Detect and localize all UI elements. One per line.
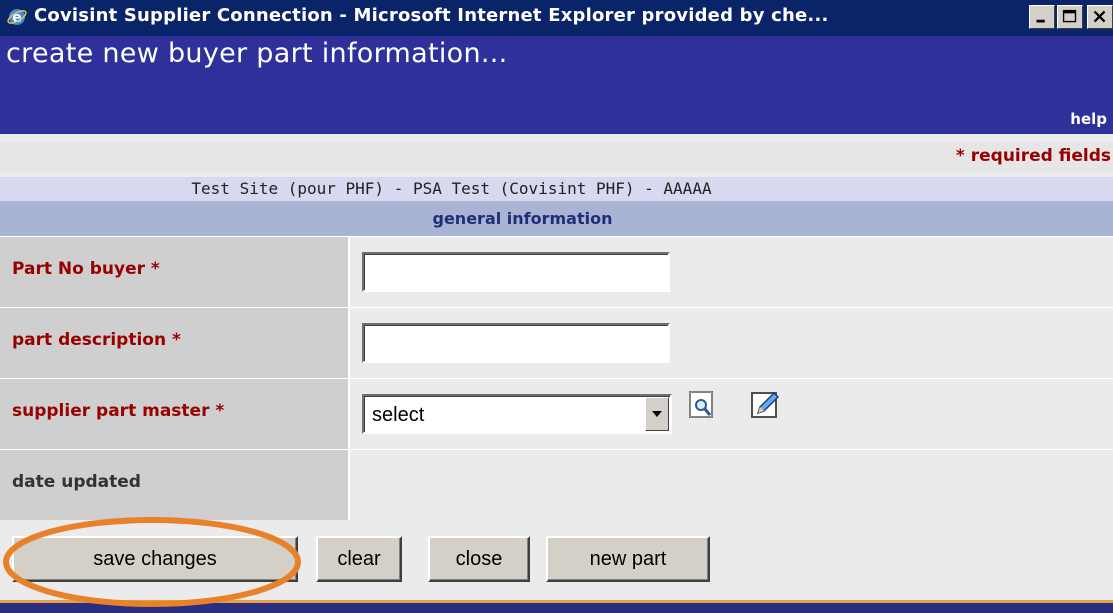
dropdown-button[interactable]: [645, 397, 669, 431]
date-updated-label: date updated: [12, 472, 141, 492]
clear-button[interactable]: clear: [316, 536, 402, 582]
form-row-part-description: part description *: [0, 307, 1113, 378]
chevron-down-icon: [652, 411, 662, 417]
supplier-part-master-label: supplier part master *: [12, 401, 225, 421]
select-value: select: [372, 404, 425, 426]
value-cell: [352, 237, 1113, 307]
save-changes-button[interactable]: save changes: [12, 536, 298, 582]
help-link[interactable]: help: [1070, 110, 1107, 128]
new-part-button[interactable]: new part: [546, 536, 710, 582]
bottom-strip: [0, 600, 1113, 613]
form-row-supplier-part-master: supplier part master * select: [0, 378, 1113, 449]
section-title: general information: [432, 209, 613, 228]
value-cell: [352, 308, 1113, 378]
part-description-label: part description *: [12, 330, 181, 350]
supplier-part-master-select[interactable]: select: [362, 394, 672, 434]
page-content: create new buyer part information... hel…: [0, 36, 1113, 613]
page-title: create new buyer part information...: [6, 38, 508, 69]
close-icon: [1093, 10, 1106, 23]
form-row-date-updated: date updated: [0, 449, 1113, 520]
part-no-buyer-label: Part No buyer *: [12, 259, 160, 279]
close-button[interactable]: close: [428, 536, 530, 582]
label-cell: supplier part master *: [0, 379, 350, 449]
section-header: general information: [0, 201, 1113, 236]
maximize-button[interactable]: [1057, 5, 1083, 29]
minimize-icon: [1036, 19, 1045, 23]
part-no-buyer-input[interactable]: [362, 252, 670, 292]
label-cell: date updated: [0, 450, 350, 520]
browser-window: e Covisint Supplier Connection - Microso…: [0, 0, 1113, 613]
ie-icon: e: [6, 6, 28, 28]
form-row-part-no-buyer: Part No buyer *: [0, 236, 1113, 307]
minimize-button[interactable]: [1029, 5, 1055, 29]
value-cell: select: [352, 379, 1113, 449]
maximize-icon: [1062, 9, 1077, 23]
part-description-input[interactable]: [362, 323, 670, 363]
label-cell: Part No buyer *: [0, 237, 350, 307]
label-cell: part description *: [0, 308, 350, 378]
site-info-bar: Test Site (pour PHF) - PSA Test (Covisin…: [0, 177, 1113, 201]
window-title: Covisint Supplier Connection - Microsoft…: [34, 5, 829, 26]
site-info: Test Site (pour PHF) - PSA Test (Covisin…: [191, 179, 712, 198]
search-icon[interactable]: [688, 389, 720, 421]
page-header: create new buyer part information... hel…: [0, 36, 1113, 134]
title-bar[interactable]: e Covisint Supplier Connection - Microso…: [0, 0, 1113, 36]
required-fields-note: * required fields: [955, 146, 1111, 166]
close-window-button[interactable]: [1087, 5, 1113, 29]
edit-icon[interactable]: [750, 389, 782, 421]
required-fields-bar: * required fields: [0, 142, 1113, 172]
value-cell: [352, 450, 1113, 520]
